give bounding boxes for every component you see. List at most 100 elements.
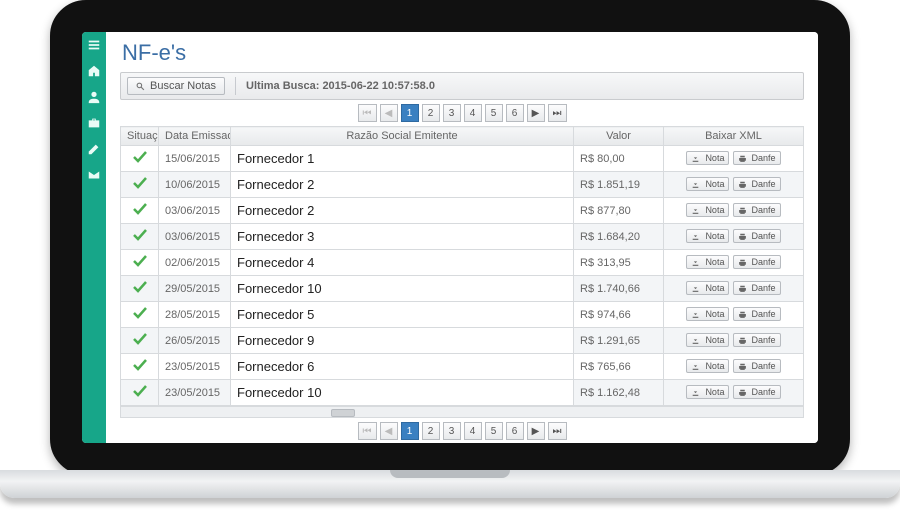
danfe-button[interactable]: Danfe [733, 281, 781, 295]
pager-page-2[interactable]: 2 [422, 422, 440, 440]
cell-razao-social: Fornecedor 2 [231, 198, 574, 224]
cell-data-emissao: 15/06/2015 [159, 146, 231, 172]
danfe-label: Danfe [752, 361, 776, 371]
cell-valor: R$ 1.740,66 [574, 276, 664, 302]
danfe-label: Danfe [752, 231, 776, 241]
pager-next[interactable]: ▶ [527, 422, 545, 440]
table-row[interactable]: 29/05/2015Fornecedor 10R$ 1.740,66Nota D… [121, 276, 804, 302]
danfe-button[interactable]: Danfe [733, 151, 781, 165]
horizontal-scrollbar[interactable] [120, 406, 804, 418]
nota-button[interactable]: Nota [686, 203, 729, 217]
nota-button[interactable]: Nota [686, 359, 729, 373]
nota-button[interactable]: Nota [686, 255, 729, 269]
danfe-label: Danfe [752, 335, 776, 345]
pager-page-2[interactable]: 2 [422, 104, 440, 122]
pager-page-5[interactable]: 5 [485, 104, 503, 122]
table-row[interactable]: 26/05/2015Fornecedor 9R$ 1.291,65Nota Da… [121, 328, 804, 354]
check-icon [132, 149, 148, 165]
check-icon [132, 175, 148, 191]
col-razao-social[interactable]: Razão Social Emitente [231, 127, 574, 146]
menu-icon[interactable] [87, 38, 101, 52]
pager-last[interactable]: ⏭ [548, 104, 567, 122]
table-row[interactable]: 23/05/2015Fornecedor 6R$ 765,66Nota Danf… [121, 354, 804, 380]
table-row[interactable]: 02/06/2015Fornecedor 4R$ 313,95Nota Danf… [121, 250, 804, 276]
nota-label: Nota [705, 205, 724, 215]
danfe-button[interactable]: Danfe [733, 229, 781, 243]
pager-page-5[interactable]: 5 [485, 422, 503, 440]
danfe-button[interactable]: Danfe [733, 385, 781, 399]
pager-page-3[interactable]: 3 [443, 422, 461, 440]
download-icon [691, 336, 700, 345]
download-icon [691, 284, 700, 293]
cell-baixar-xml: Nota Danfe [664, 172, 804, 198]
pager-first[interactable]: ⏮ [358, 422, 377, 440]
nota-button[interactable]: Nota [686, 151, 729, 165]
pencil-icon[interactable] [87, 142, 101, 156]
nota-label: Nota [705, 179, 724, 189]
pager-page-4[interactable]: 4 [464, 104, 482, 122]
nota-button[interactable]: Nota [686, 177, 729, 191]
briefcase-icon[interactable] [87, 116, 101, 130]
nota-button[interactable]: Nota [686, 281, 729, 295]
nota-label: Nota [705, 231, 724, 241]
col-data-emissao-label: Data Emissao [165, 130, 231, 142]
search-icon [136, 82, 145, 91]
pager-page-1[interactable]: 1 [401, 422, 419, 440]
danfe-label: Danfe [752, 205, 776, 215]
cell-data-emissao: 29/05/2015 [159, 276, 231, 302]
check-icon [132, 279, 148, 295]
danfe-button[interactable]: Danfe [733, 177, 781, 191]
pager-prev[interactable]: ◀ [380, 422, 398, 440]
check-icon [132, 201, 148, 217]
mail-icon[interactable] [87, 168, 101, 182]
danfe-button[interactable]: Danfe [733, 255, 781, 269]
device-frame: NF-e's Buscar Notas Ultima Busca: 2015-0… [50, 0, 850, 475]
cell-baixar-xml: Nota Danfe [664, 354, 804, 380]
pager-page-3[interactable]: 3 [443, 104, 461, 122]
nota-button[interactable]: Nota [686, 385, 729, 399]
pager-page-6[interactable]: 6 [506, 422, 524, 440]
table-row[interactable]: 03/06/2015Fornecedor 2R$ 877,80Nota Danf… [121, 198, 804, 224]
cell-baixar-xml: Nota Danfe [664, 224, 804, 250]
cell-baixar-xml: Nota Danfe [664, 250, 804, 276]
danfe-button[interactable]: Danfe [733, 307, 781, 321]
table-row[interactable]: 28/05/2015Fornecedor 5R$ 974,66Nota Danf… [121, 302, 804, 328]
check-icon [132, 331, 148, 347]
table-row[interactable]: 15/06/2015Fornecedor 1R$ 80,00Nota Danfe [121, 146, 804, 172]
nota-label: Nota [705, 387, 724, 397]
col-data-emissao[interactable]: Data Emissao [159, 127, 231, 146]
table-row[interactable]: 23/05/2015Fornecedor 10R$ 1.162,48Nota D… [121, 380, 804, 406]
pager-page-1[interactable]: 1 [401, 104, 419, 122]
download-icon [691, 258, 700, 267]
cell-situacao [121, 172, 159, 198]
download-icon [691, 154, 700, 163]
danfe-label: Danfe [752, 283, 776, 293]
print-icon [738, 232, 747, 241]
danfe-button[interactable]: Danfe [733, 333, 781, 347]
col-baixar-xml[interactable]: Baixar XML [664, 127, 804, 146]
home-icon[interactable] [87, 64, 101, 78]
cell-data-emissao: 28/05/2015 [159, 302, 231, 328]
pager-prev[interactable]: ◀ [380, 104, 398, 122]
nota-button[interactable]: Nota [686, 333, 729, 347]
col-situacao[interactable]: Situação [121, 127, 159, 146]
pager-first[interactable]: ⏮ [358, 104, 377, 122]
pager-last[interactable]: ⏭ [548, 422, 567, 440]
nota-button[interactable]: Nota [686, 229, 729, 243]
toolbar: Buscar Notas Ultima Busca: 2015-06-22 10… [120, 72, 804, 100]
table-row[interactable]: 03/06/2015Fornecedor 3R$ 1.684,20Nota Da… [121, 224, 804, 250]
nota-button[interactable]: Nota [686, 307, 729, 321]
pager-next[interactable]: ▶ [527, 104, 545, 122]
nota-label: Nota [705, 153, 724, 163]
buscar-notas-button[interactable]: Buscar Notas [127, 77, 225, 95]
pager-page-4[interactable]: 4 [464, 422, 482, 440]
cell-valor: R$ 974,66 [574, 302, 664, 328]
pager-page-6[interactable]: 6 [506, 104, 524, 122]
user-icon[interactable] [87, 90, 101, 104]
danfe-button[interactable]: Danfe [733, 359, 781, 373]
cell-situacao [121, 276, 159, 302]
danfe-button[interactable]: Danfe [733, 203, 781, 217]
cell-razao-social: Fornecedor 9 [231, 328, 574, 354]
table-row[interactable]: 10/06/2015Fornecedor 2R$ 1.851,19Nota Da… [121, 172, 804, 198]
col-valor[interactable]: Valor [574, 127, 664, 146]
